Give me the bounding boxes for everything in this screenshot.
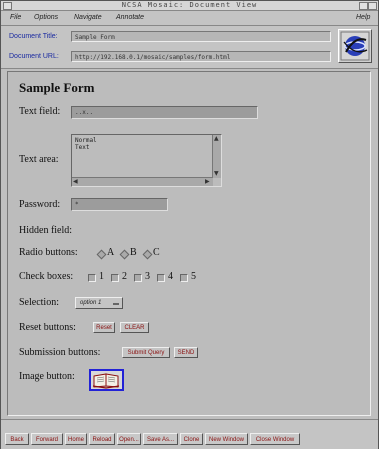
- dropdown-indicator-icon: [113, 303, 119, 305]
- checkbox-3-label: 3: [145, 271, 150, 282]
- text-field-label: Text field:: [19, 106, 61, 117]
- save-as-button[interactable]: Save As...: [143, 433, 178, 445]
- hidden-field-label: Hidden field:: [19, 225, 73, 236]
- radio-c-label: C: [153, 247, 160, 258]
- document-view[interactable]: Sample Form Text field: ..x.. Text area:…: [7, 71, 371, 416]
- document-info-panel: Document Title: Sample Form Document URL…: [1, 26, 378, 69]
- reset-buttons-label: Reset buttons:: [19, 322, 76, 333]
- document-title-field[interactable]: Sample Form: [71, 31, 331, 42]
- navigation-toolbar: Back Forward Home Reload Open... Save As…: [1, 419, 378, 449]
- clone-button[interactable]: Clone: [180, 433, 203, 445]
- submission-buttons-label: Submission buttons:: [19, 347, 101, 358]
- radio-a[interactable]: [96, 249, 107, 260]
- book-icon: [92, 373, 120, 389]
- browser-window: NCSA Mosaic: Document View File Options …: [0, 0, 379, 449]
- reset-button[interactable]: Reset: [93, 322, 115, 333]
- image-submit-button[interactable]: [89, 369, 124, 391]
- radio-b[interactable]: [119, 249, 130, 260]
- checkbox-3[interactable]: [134, 274, 142, 282]
- selection-label: Selection:: [19, 297, 59, 308]
- open-button[interactable]: Open...: [117, 433, 141, 445]
- checkbox-1[interactable]: [88, 274, 96, 282]
- scroll-right-arrow-icon[interactable]: ▶: [205, 178, 210, 185]
- text-area-content: Normal Text: [75, 137, 97, 151]
- minimize-button[interactable]: [359, 2, 368, 10]
- password-input[interactable]: *: [71, 198, 168, 211]
- text-area-horizontal-scrollbar[interactable]: ◀ ▶: [72, 177, 213, 186]
- back-button[interactable]: Back: [5, 433, 29, 445]
- checkbox-2-label: 2: [122, 271, 127, 282]
- close-window-button[interactable]: Close Window: [250, 433, 300, 445]
- scroll-up-arrow-icon[interactable]: ▲: [214, 135, 219, 142]
- document-url-label: Document URL:: [9, 53, 59, 60]
- maximize-button[interactable]: [368, 2, 377, 10]
- radio-group: A B C: [96, 247, 197, 261]
- submit-query-button[interactable]: Submit Query: [122, 347, 170, 358]
- selection-value: option 1: [80, 300, 102, 306]
- forward-button[interactable]: Forward: [31, 433, 63, 445]
- radio-b-label: B: [130, 247, 137, 258]
- scroll-left-arrow-icon[interactable]: ◀: [73, 178, 78, 185]
- text-field-input[interactable]: ..x..: [71, 106, 258, 119]
- checkbox-4-label: 4: [168, 271, 173, 282]
- checkbox-5-label: 5: [191, 271, 196, 282]
- password-label: Password:: [19, 199, 61, 210]
- text-area-line-2: Text: [75, 144, 90, 151]
- text-area-label: Text area:: [19, 154, 59, 165]
- title-bar: NCSA Mosaic: Document View: [1, 1, 378, 11]
- menu-navigate[interactable]: Navigate: [74, 14, 102, 21]
- menu-annotate[interactable]: Annotate: [116, 14, 144, 21]
- mosaic-globe-icon[interactable]: [338, 29, 372, 63]
- text-area-vertical-scrollbar[interactable]: ▲ ▼: [212, 135, 221, 178]
- menu-file[interactable]: File: [10, 14, 21, 21]
- menu-help[interactable]: Help: [356, 14, 370, 21]
- checkbox-1-label: 1: [99, 271, 104, 282]
- radio-a-label: A: [107, 247, 115, 258]
- radio-c[interactable]: [142, 249, 153, 260]
- text-area-line-1: Normal: [75, 137, 97, 144]
- checkbox-5[interactable]: [180, 274, 188, 282]
- radio-buttons-label: Radio buttons:: [19, 247, 78, 258]
- reload-button[interactable]: Reload: [89, 433, 115, 445]
- scroll-down-arrow-icon[interactable]: ▼: [214, 170, 219, 177]
- check-boxes-label: Check boxes:: [19, 271, 74, 282]
- new-window-button[interactable]: New Window: [205, 433, 248, 445]
- text-area-input[interactable]: Normal Text ▲ ▼ ◀ ▶: [71, 134, 222, 187]
- clear-button[interactable]: CLEAR: [120, 322, 149, 333]
- selection-dropdown[interactable]: option 1: [75, 297, 123, 309]
- checkbox-4[interactable]: [157, 274, 165, 282]
- document-url-field[interactable]: http://192.168.0.1/mosaic/samples/form.h…: [71, 51, 331, 62]
- checkbox-group: 1 2 3 4 5: [88, 271, 218, 284]
- checkbox-2[interactable]: [111, 274, 119, 282]
- image-button-label: Image button:: [19, 371, 75, 382]
- menu-options[interactable]: Options: [34, 14, 58, 21]
- menu-bar: File Options Navigate Annotate Help: [1, 11, 378, 26]
- page-heading: Sample Form: [19, 80, 95, 95]
- send-button[interactable]: SEND: [174, 347, 198, 358]
- document-title-label: Document Title:: [9, 33, 58, 40]
- home-button[interactable]: Home: [65, 433, 87, 445]
- window-title: NCSA Mosaic: Document View: [121, 1, 258, 9]
